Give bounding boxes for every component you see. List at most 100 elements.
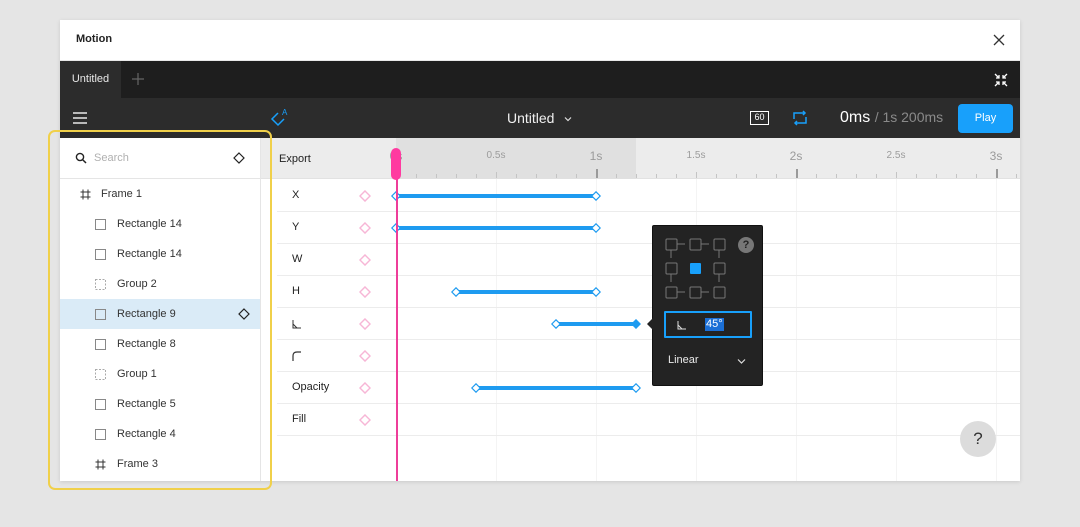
layer-name: Group 2: [117, 278, 157, 290]
search-input[interactable]: [94, 150, 224, 166]
keyframe[interactable]: [591, 287, 601, 297]
animation-bar[interactable]: [396, 194, 596, 198]
keyframe[interactable]: [591, 223, 601, 233]
close-icon[interactable]: [992, 33, 1006, 47]
rotation-angle-icon: [292, 320, 301, 329]
layer-item[interactable]: Group 1: [60, 359, 260, 389]
property-label: H: [292, 285, 300, 297]
ruler-tick: [916, 174, 917, 178]
collapse-icon[interactable]: [993, 72, 1009, 88]
help-button[interactable]: ?: [960, 421, 996, 457]
group-icon: [95, 369, 106, 380]
track-row: Y: [277, 212, 1020, 244]
layer-item[interactable]: Rectangle 4: [60, 419, 260, 449]
title-bar: Motion: [60, 20, 1020, 61]
total-duration: / 1s 200ms: [874, 109, 944, 125]
track-row: [277, 340, 1020, 372]
layer-name: Frame 3: [117, 458, 158, 470]
transform-origin-grid[interactable]: [665, 238, 727, 300]
hamburger-menu-icon[interactable]: [73, 111, 87, 125]
layer-item[interactable]: Frame 3: [60, 449, 260, 479]
add-keyframe-icon[interactable]: [359, 318, 371, 330]
keyframe[interactable]: [591, 191, 601, 201]
play-button[interactable]: Play: [958, 104, 1013, 133]
ruler-tick-label: 1s: [589, 149, 603, 163]
ruler-tick: [676, 174, 677, 178]
search-row: [60, 138, 260, 179]
keyframe[interactable]: [551, 319, 561, 329]
editor-body: Frame 1 Rectangle 14 Rectangle 14 Group 2 Re…: [60, 138, 1020, 481]
layer-name: Rectangle 5: [117, 398, 176, 410]
property-label: Y: [292, 221, 300, 233]
ruler-tick: [696, 172, 697, 178]
loop-icon[interactable]: [791, 109, 809, 127]
ruler-tick-label: 1.5s: [686, 150, 706, 161]
ruler-tick: [836, 174, 837, 178]
timeline-panel: Export 0s0.5s1s1.5s2s2.5s3s XYWHOpacityF…: [261, 138, 1020, 481]
toolbar: A Untitled 60 0ms / 1s 200ms Play: [60, 98, 1020, 138]
layers-sidebar: Frame 1 Rectangle 14 Rectangle 14 Group 2 Re…: [60, 138, 261, 481]
document-title-dropdown[interactable]: Untitled: [507, 110, 572, 126]
property-label: Fill: [292, 413, 307, 425]
playhead-handle[interactable]: [391, 148, 401, 180]
animation-bar[interactable]: [396, 226, 596, 230]
ruler-tick: [996, 169, 998, 178]
add-keyframe-icon[interactable]: [359, 222, 371, 234]
frame-icon: [95, 459, 106, 470]
add-keyframe-icon[interactable]: [359, 254, 371, 266]
add-tab-icon[interactable]: [130, 71, 146, 87]
ruler-tick: [656, 174, 657, 178]
ruler-tick-label: 0.5s: [486, 150, 506, 161]
add-keyframe-icon[interactable]: [359, 350, 371, 362]
layer-name: Rectangle 4: [117, 428, 176, 440]
ruler-tick: [936, 174, 937, 178]
keyframe[interactable]: [471, 383, 481, 393]
keyframe-selected[interactable]: [631, 319, 641, 329]
ruler-tick: [596, 169, 598, 178]
layer-item[interactable]: Rectangle 14: [60, 239, 260, 269]
layer-name: Group 1: [117, 368, 157, 380]
property-label: X: [292, 189, 300, 201]
rotation-angle-icon: [677, 321, 686, 330]
svg-text:A: A: [282, 108, 288, 117]
easing-select[interactable]: Linear: [668, 354, 699, 366]
add-keyframe-icon[interactable]: [359, 286, 371, 298]
add-keyframe-icon[interactable]: [359, 190, 371, 202]
layer-item[interactable]: Frame 1: [60, 179, 260, 209]
rectangle-icon: [95, 309, 106, 320]
layer-item[interactable]: Rectangle 5: [60, 389, 260, 419]
keyframe-popover: ? 45° Linear: [647, 225, 763, 386]
ruler-tick: [556, 174, 557, 178]
ruler-tick: [976, 174, 977, 178]
tab-untitled[interactable]: Untitled: [60, 61, 121, 98]
add-keyframe-icon[interactable]: [359, 382, 371, 394]
chevron-down-icon[interactable]: [737, 358, 746, 365]
add-keyframe-icon[interactable]: [359, 414, 371, 426]
fps-button[interactable]: 60: [750, 111, 769, 125]
ruler-tick: [576, 174, 577, 178]
ruler-tick: [896, 172, 897, 178]
track-row: Fill: [277, 404, 1020, 436]
ruler-tick: [436, 174, 437, 178]
animation-bar[interactable]: [456, 290, 596, 294]
ruler-tick-label: 2s: [789, 149, 803, 163]
layer-item[interactable]: Rectangle 8: [60, 329, 260, 359]
layer-item[interactable]: Rectangle 14: [60, 209, 260, 239]
layer-item[interactable]: Group 2: [60, 269, 260, 299]
keyframe[interactable]: [631, 383, 641, 393]
time-ruler[interactable]: Export 0s0.5s1s1.5s2s2.5s3s: [261, 138, 1020, 179]
layer-item[interactable]: Rectangle 9: [60, 299, 260, 329]
help-icon[interactable]: ?: [738, 237, 754, 253]
tab-bar: Untitled: [60, 61, 1020, 98]
animation-bar[interactable]: [476, 386, 636, 390]
ruler-tick: [856, 174, 857, 178]
keyframe-icon[interactable]: [238, 308, 250, 320]
ruler-tick: [956, 174, 957, 178]
keyframe[interactable]: [451, 287, 461, 297]
angle-input[interactable]: 45°: [664, 311, 752, 338]
layer-name: Rectangle 14: [117, 248, 182, 260]
export-button[interactable]: Export: [279, 153, 311, 165]
ruler-tick: [616, 174, 617, 178]
animation-bar[interactable]: [556, 322, 636, 326]
keyframe-filter-icon[interactable]: [233, 152, 245, 164]
